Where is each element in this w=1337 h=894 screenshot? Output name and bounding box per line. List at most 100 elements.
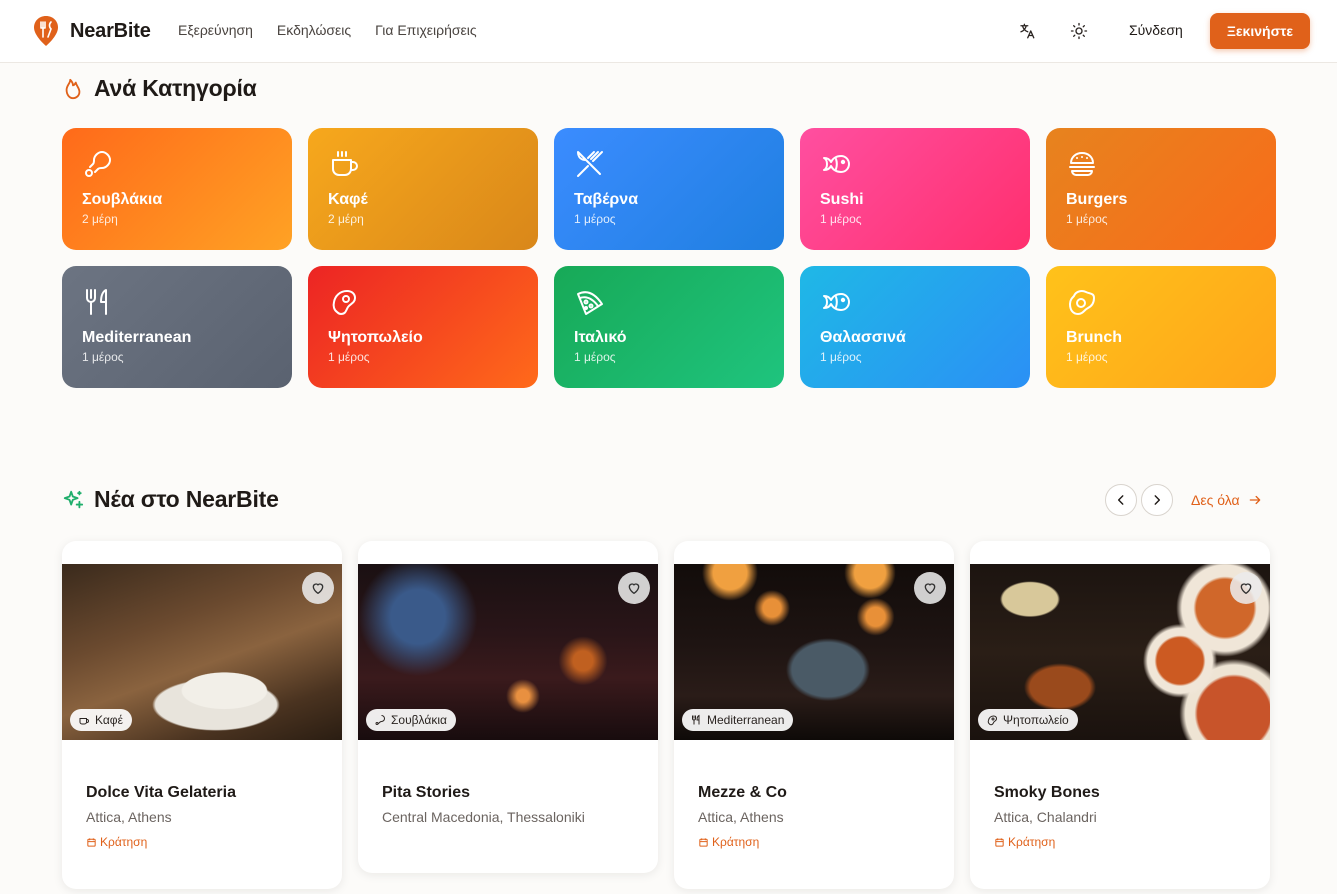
burger-icon (1069, 152, 1095, 176)
booking-label: Κράτηση (712, 835, 760, 849)
new-heading: Νέα στο NearBite (62, 486, 279, 513)
venue-category-tag: Mediterranean (682, 709, 794, 731)
nav-item-events[interactable]: Εκδηλώσεις (277, 22, 351, 38)
category-card-souvlakia[interactable]: Σουβλάκια 2 μέρη (62, 128, 292, 250)
category-count: 1 μέρος (328, 350, 370, 364)
category-count: 1 μέρος (82, 350, 124, 364)
category-name: Καφέ (328, 191, 368, 208)
category-name: Mediterranean (82, 329, 192, 346)
new-title: Νέα στο NearBite (94, 486, 279, 512)
category-card-mediterranean[interactable]: Mediterranean 1 μέρος (62, 266, 292, 388)
venue-location: Attica, Athens (698, 809, 784, 825)
calendar-icon (699, 837, 708, 847)
venue-location: Attica, Athens (86, 809, 172, 825)
category-card-kafe[interactable]: Καφέ 2 μέρη (308, 128, 538, 250)
venue-tag-label: Σουβλάκια (391, 713, 447, 727)
venue-category-tag: Καφέ (70, 709, 132, 731)
venue-location: Central Macedonia, Thessaloniki (382, 809, 585, 825)
heart-icon (1240, 583, 1252, 594)
favorite-button[interactable] (914, 572, 946, 604)
sparkles-icon (63, 490, 84, 508)
category-count: 1 μέρος (574, 350, 616, 364)
favorite-button[interactable] (618, 572, 650, 604)
venue-card[interactable]: Καφέ Dolce Vita Gelateria Attica, Athens… (62, 541, 342, 889)
category-card-taverna[interactable]: Ταβέρνα 1 μέρος (554, 128, 784, 250)
brand-name: NearBite (70, 19, 151, 42)
categories-heading: Ανά Κατηγορία (62, 75, 257, 102)
venue-tag-label: Καφέ (95, 713, 123, 727)
drumstick-icon (85, 151, 111, 177)
category-card-burgers[interactable]: Burgers 1 μέρος (1046, 128, 1276, 250)
main-nav: Εξερεύνηση Εκδηλώσεις Για Επιχειρήσεις (178, 22, 477, 38)
venue-card[interactable]: Ψητοπωλείο Smoky Bones Attica, Chalandri… (970, 541, 1270, 889)
utensils-icon (86, 289, 107, 315)
get-started-button[interactable]: Ξεκινήστε (1210, 13, 1310, 49)
steak-icon (987, 715, 998, 726)
category-count: 1 μέρος (820, 350, 862, 364)
category-name: Ιταλικό (574, 329, 627, 346)
carousel-next-button[interactable] (1141, 484, 1173, 516)
venue-card[interactable]: Σουβλάκια Pita Stories Central Macedonia… (358, 541, 658, 873)
calendar-icon (87, 837, 96, 847)
category-name: Σουβλάκια (82, 191, 163, 208)
venue-category-tag: Ψητοπωλείο (978, 709, 1078, 731)
venue-name[interactable]: Smoky Bones (994, 784, 1100, 802)
venue-name[interactable]: Dolce Vita Gelateria (86, 784, 236, 802)
category-count: 1 μέρος (574, 212, 616, 226)
category-count: 1 μέρος (1066, 350, 1108, 364)
heart-icon (628, 583, 640, 594)
booking-label: Κράτηση (100, 835, 148, 849)
category-name: Θαλασσινά (820, 329, 906, 346)
category-card-psitopoleio[interactable]: Ψητοπωλείο 1 μέρος (308, 266, 538, 388)
arrow-right-icon (1249, 495, 1260, 505)
flame-icon (65, 78, 81, 99)
category-count: 2 μέρη (328, 212, 364, 226)
login-link[interactable]: Σύνδεση (1129, 22, 1183, 38)
category-name: Ταβέρνα (574, 191, 639, 208)
coffee-icon (332, 151, 358, 176)
pizza-icon (577, 291, 603, 315)
top-header: NearBite Εξερεύνηση Εκδηλώσεις Για Επιχε… (0, 0, 1337, 63)
brand-logo[interactable]: NearBite (32, 15, 151, 47)
venue-name[interactable]: Pita Stories (382, 784, 470, 802)
category-name: Brunch (1066, 329, 1122, 346)
nav-item-business[interactable]: Για Επιχειρήσεις (375, 22, 477, 38)
pin-fork-logo-icon (34, 16, 58, 46)
booking-link[interactable]: Κράτηση (86, 835, 147, 849)
chevron-left-icon (1117, 495, 1124, 505)
category-card-sushi[interactable]: Sushi 1 μέρος (800, 128, 1030, 250)
chevron-right-icon (1154, 495, 1161, 505)
category-name: Sushi (820, 191, 864, 208)
steak-icon (332, 290, 356, 315)
translate-icon[interactable] (1016, 20, 1038, 42)
sun-icon[interactable] (1068, 20, 1090, 42)
booking-link[interactable]: Κράτηση (698, 835, 759, 849)
category-name: Ψητοπωλείο (328, 329, 423, 346)
favorite-button[interactable] (1230, 572, 1262, 604)
booking-link[interactable]: Κράτηση (994, 835, 1055, 849)
category-count: 2 μέρη (82, 212, 118, 226)
category-card-thalassina[interactable]: Θαλασσινά 1 μέρος (800, 266, 1030, 388)
utensils-crossed-icon (577, 151, 603, 177)
category-card-italiko[interactable]: Ιταλικό 1 μέρος (554, 266, 784, 388)
venue-category-tag: Σουβλάκια (366, 709, 456, 731)
category-name: Burgers (1066, 191, 1128, 208)
heart-icon (312, 583, 324, 594)
venue-card[interactable]: Mediterranean Mezze & Co Attica, Athens … (674, 541, 954, 889)
favorite-button[interactable] (302, 572, 334, 604)
fish-icon (823, 293, 850, 311)
drumstick-icon (375, 715, 385, 725)
venue-location: Attica, Chalandri (994, 809, 1097, 825)
category-count: 1 μέρος (1066, 212, 1108, 226)
categories-title: Ανά Κατηγορία (94, 75, 257, 101)
venue-name[interactable]: Mezze & Co (698, 784, 787, 802)
category-card-brunch[interactable]: Brunch 1 μέρος (1046, 266, 1276, 388)
heart-icon (924, 583, 936, 594)
calendar-icon (995, 837, 1004, 847)
utensils-icon (692, 714, 700, 725)
venue-tag-label: Ψητοπωλείο (1003, 713, 1069, 727)
see-all-link[interactable]: Δες όλα (1191, 492, 1262, 508)
nav-item-explore[interactable]: Εξερεύνηση (178, 22, 253, 38)
venue-tag-label: Mediterranean (707, 713, 785, 727)
carousel-prev-button[interactable] (1105, 484, 1137, 516)
